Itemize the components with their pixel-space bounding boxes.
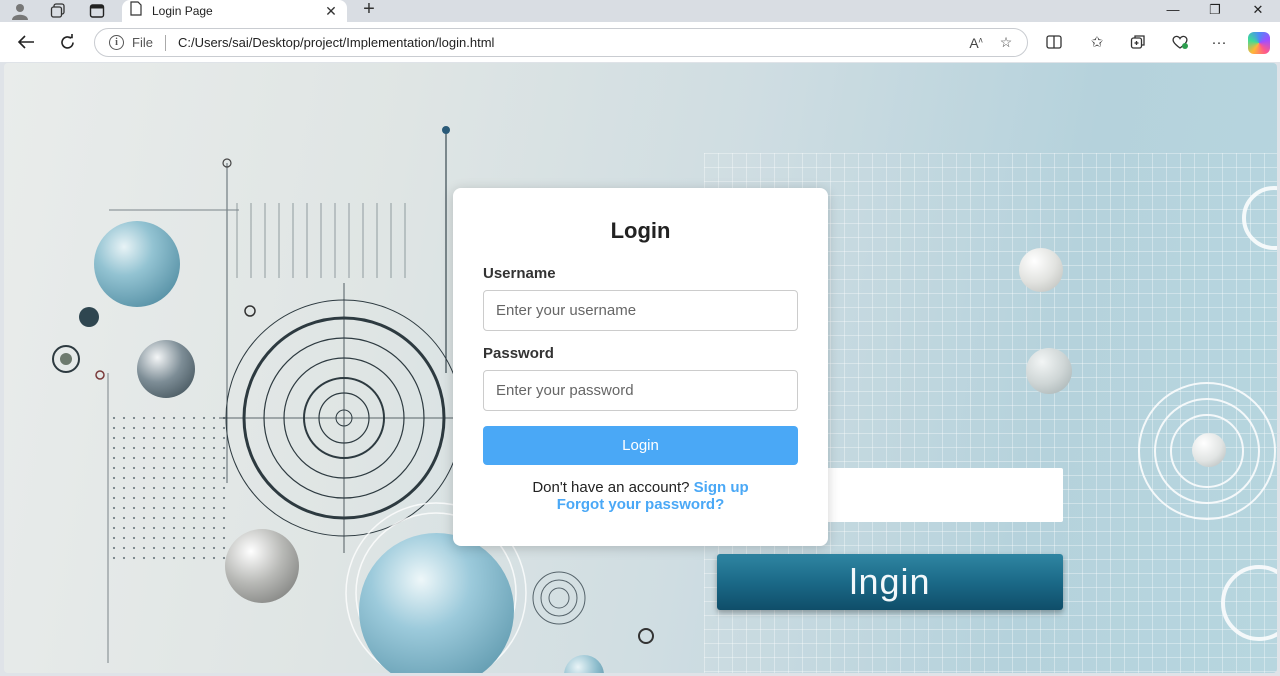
split-screen-icon[interactable]: [1042, 31, 1066, 53]
login-heading: Login: [610, 218, 671, 243]
signup-prompt: Don't have an account?: [532, 479, 690, 496]
close-window-icon[interactable]: ✕: [1238, 0, 1278, 20]
url-text[interactable]: C:/Users/sai/Desktop/project/Implementat…: [178, 35, 961, 50]
favorite-star-icon[interactable]: ☆: [991, 34, 1021, 51]
username-input[interactable]: [483, 290, 798, 331]
background-sphere: [94, 221, 180, 307]
signup-link[interactable]: Sign up: [694, 479, 749, 496]
vertical-tabs-icon[interactable]: [86, 1, 108, 21]
back-icon[interactable]: [14, 30, 38, 54]
tab-title: Login Page: [152, 4, 213, 18]
forgot-password-link[interactable]: Forgot your password?: [557, 496, 725, 513]
tab-strip: Login Page ✕ + — ❐ ✕: [0, 0, 1280, 22]
profile-icon[interactable]: [9, 1, 31, 21]
background-decorative-input: [826, 468, 1063, 522]
background-sphere: [1192, 433, 1226, 467]
restore-icon[interactable]: ❐: [1195, 0, 1235, 20]
page-icon: [130, 1, 142, 21]
browser-essentials-icon[interactable]: [1168, 31, 1192, 53]
workspaces-icon[interactable]: [47, 1, 69, 21]
tab-login-page[interactable]: Login Page ✕: [122, 0, 347, 22]
username-label: Username: [483, 265, 556, 282]
password-input[interactable]: [483, 370, 798, 411]
info-icon[interactable]: i: [109, 35, 124, 50]
background-sphere: [1019, 248, 1063, 292]
background-sphere: [1026, 348, 1072, 394]
read-aloud-icon[interactable]: Aʌ: [961, 35, 991, 51]
background-decorative-button: lngin: [717, 554, 1063, 610]
login-card: Login Username Password Login Don't have…: [453, 188, 828, 546]
background-sphere: [225, 529, 299, 603]
address-bar[interactable]: i File C:/Users/sai/Desktop/project/Impl…: [94, 28, 1028, 57]
favorites-icon[interactable]: ✩: [1085, 31, 1109, 53]
page-viewport: lngin Login Username Password Login Don'…: [4, 63, 1277, 673]
address-divider: [164, 34, 166, 51]
copilot-icon[interactable]: [1248, 32, 1270, 54]
password-label: Password: [483, 345, 554, 362]
refresh-icon[interactable]: [55, 30, 79, 54]
close-tab-icon[interactable]: ✕: [323, 3, 339, 20]
background-sphere: [137, 340, 195, 398]
login-button[interactable]: Login: [483, 426, 798, 465]
browser-toolbar: i File C:/Users/sai/Desktop/project/Impl…: [0, 22, 1280, 62]
address-scheme-label: File: [132, 35, 153, 50]
minimize-icon[interactable]: —: [1153, 0, 1193, 20]
more-options-icon[interactable]: ···: [1207, 31, 1231, 53]
new-tab-icon[interactable]: +: [358, 0, 380, 20]
login-footer: Don't have an account? Sign up Forgot yo…: [483, 479, 798, 513]
collections-icon[interactable]: [1126, 31, 1150, 53]
